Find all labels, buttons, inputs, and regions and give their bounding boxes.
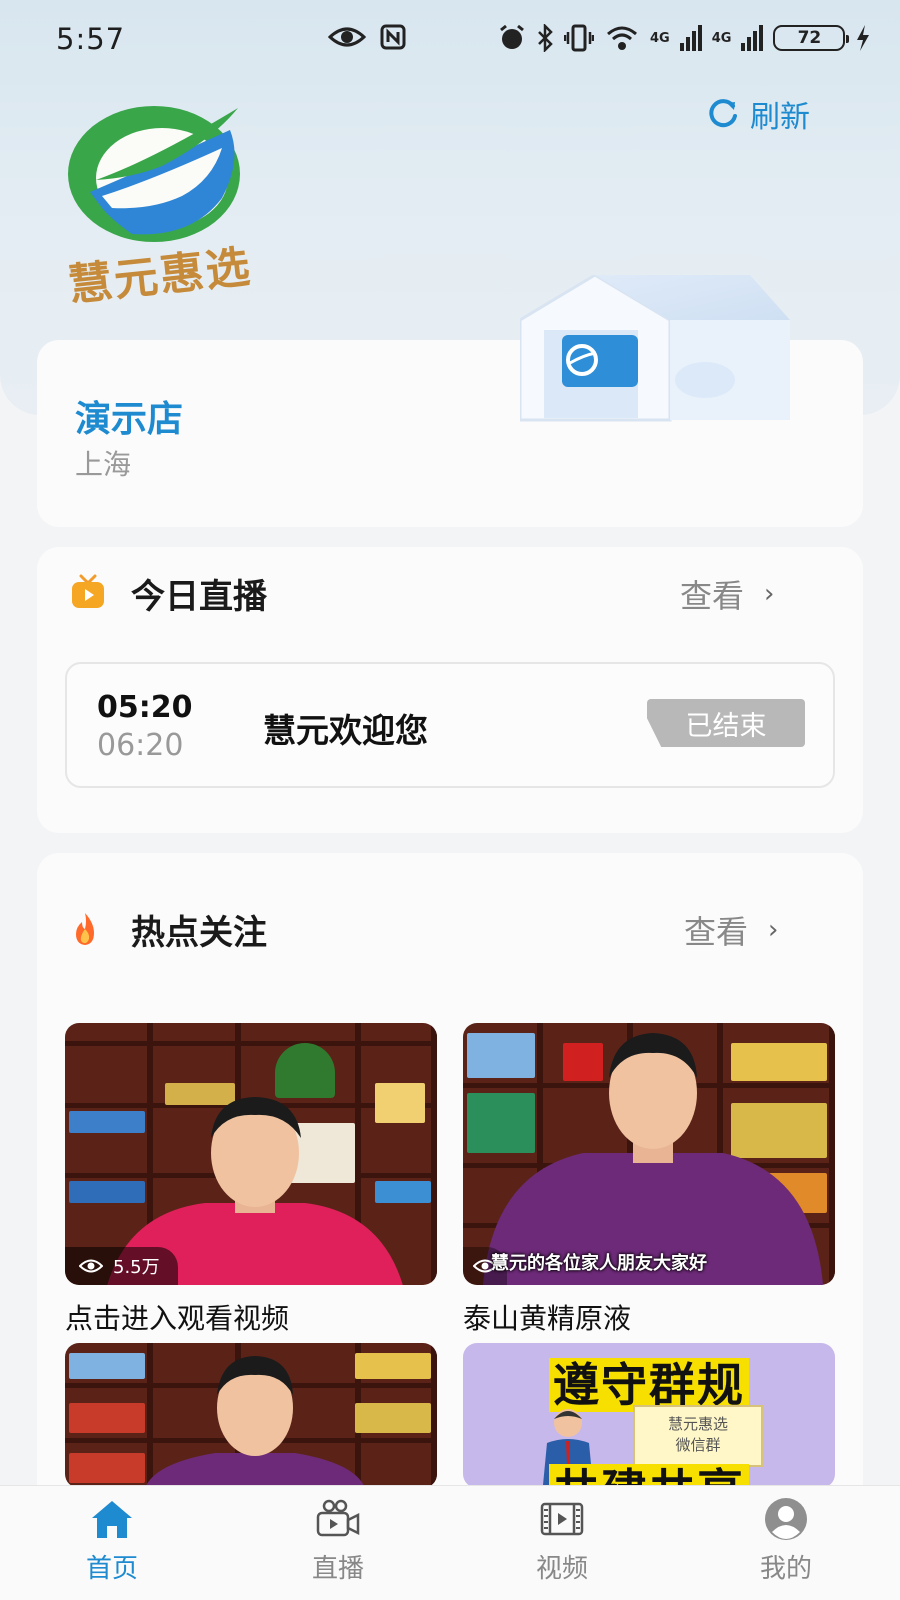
wifi-icon [607,26,637,50]
store-name: 演示店 [75,399,184,440]
tv-icon [72,574,104,608]
video-thumbnail[interactable]: 慧元的各位家人朋友大家好 [463,1023,835,1285]
film-icon [540,1502,584,1536]
video-card[interactable]: 慧元的各位家人朋友大家好 泰山黄精原液 [463,1023,835,1337]
tab-label: 我的 [759,1554,812,1584]
video-title: 点击进入观看视频 [65,1302,290,1335]
live-status-badge: 已结束 [647,699,805,747]
alarm-icon [500,24,524,49]
video-title: 泰山黄精原液 [463,1302,632,1335]
live-more-label: 查看 [680,577,745,615]
tab-label: 直播 [311,1554,364,1584]
refresh-icon [709,99,737,128]
tab-label: 视频 [535,1554,588,1584]
chevron-right-icon: › [764,579,775,609]
hot-more-label: 查看 [684,913,749,951]
refresh-button[interactable]: 刷新 [706,92,810,136]
fire-icon [76,913,94,945]
hot-section-title: 热点关注 [131,913,267,953]
tab-home[interactable]: 首页 [42,1496,182,1585]
live-schedule-item[interactable]: 05:20 06:20 慧元欢迎您 已结束 [65,662,835,788]
video-thumbnail[interactable]: 5.5万 [65,1023,437,1285]
live-section: 今日直播 查看 › 05:20 06:20 慧元欢迎您 已结束 [37,547,863,833]
refresh-label: 刷新 [750,100,810,135]
view-count: 5.5万 [113,1257,160,1278]
tab-label: 首页 [85,1554,138,1584]
video-thumbnail[interactable] [65,1343,437,1488]
status-time: 5:57 [56,22,126,56]
tab-profile[interactable]: 我的 [716,1496,856,1585]
store-city: 上海 [75,448,132,481]
status-bar: 5:57 4G 4G 72 [0,0,900,82]
video-card[interactable] [65,1343,437,1488]
presenter-figure [483,1033,823,1285]
brand-logo: 慧元惠选 [52,100,267,311]
thumbnail-image: 遵守群规 慧元惠选 微信群 共建共享 [463,1343,835,1488]
battery-icon: 72 [773,25,850,51]
promo-highlight: 遵守群规 [549,1358,749,1412]
store-house-illustration [520,275,790,422]
live-more-link[interactable]: 查看 › [680,571,774,617]
live-start-time: 05:20 [97,690,193,725]
charging-icon [857,25,870,51]
network-type-label: 4G [711,30,732,46]
bottom-tab-bar: 首页 直播 视频 我的 [0,1485,900,1600]
signal-4g-icon [741,25,764,51]
user-avatar-icon [765,1498,807,1540]
battery-level: 72 [797,28,822,48]
video-camera-icon [316,1499,360,1537]
bluetooth-icon [538,24,553,52]
live-section-title: 今日直播 [131,577,267,617]
tab-videos[interactable]: 视频 [492,1496,632,1585]
promo-text-line: 共建共享 [463,1455,835,1488]
vibrate-icon [564,24,594,52]
video-subtitle-caption: 慧元的各位家人朋友大家好 [491,1253,707,1274]
network-type-label: 4G [650,30,670,46]
chevron-right-icon: › [768,915,779,945]
signal-4g-icon [679,25,702,51]
view-count-badge: 5.5万 [65,1247,178,1285]
video-card[interactable]: 5.5万 点击进入观看视频 [65,1023,437,1337]
tab-live[interactable]: 直播 [268,1496,408,1585]
video-thumbnail[interactable]: 遵守群规 慧元惠选 微信群 共建共享 [463,1343,835,1488]
presenter-figure [145,1356,365,1488]
eye-icon [79,1259,103,1273]
logo-emblem [68,106,240,242]
nfc-icon [380,24,406,50]
hot-section: 热点关注 查看 › 5.5万 点击进入观看视频 慧元的各位家人朋友大家好 泰山黄… [37,853,863,1513]
live-end-time: 06:20 [97,728,184,763]
eye-icon [328,27,366,47]
hot-more-link[interactable]: 查看 › [684,907,778,953]
live-title: 慧元欢迎您 [263,711,428,750]
video-card[interactable]: 遵守群规 慧元惠选 微信群 共建共享 [463,1343,835,1488]
home-icon [92,1501,132,1538]
